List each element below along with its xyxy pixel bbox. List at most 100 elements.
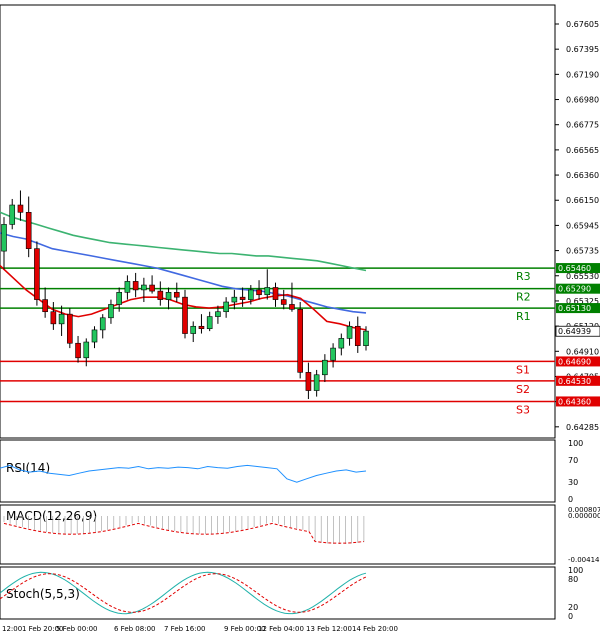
level-price-label: 0.64690	[558, 357, 591, 366]
candle-body	[264, 287, 271, 296]
price-tick-label: 0.66150	[566, 196, 599, 205]
candle-body	[165, 292, 172, 300]
candle-body	[313, 374, 320, 391]
price-tick-label: 0.67395	[566, 45, 599, 54]
price-axis: 0.67605 0.67395 0.67190 0.66980 0.66775 0.665…	[555, 20, 599, 432]
candle	[297, 302, 303, 379]
level-name-r2: R2	[516, 291, 531, 304]
level-price-label: 0.64360	[558, 397, 591, 406]
time-label: 6 Feb 08:00	[114, 625, 155, 633]
candle-body	[363, 330, 369, 346]
time-label: 5 Feb 00:00	[56, 625, 97, 633]
candle-body	[206, 316, 213, 329]
price-tick-label: 0.64285	[566, 423, 599, 432]
rsi-tick-label: 70	[568, 456, 578, 465]
level-price-label: 0.65130	[558, 304, 591, 313]
last-price-marker: 0.64939	[555, 325, 600, 337]
price-tick-label: 0.65735	[566, 247, 599, 256]
candle-body	[190, 325, 197, 334]
candle-body	[305, 372, 312, 391]
candle-body	[223, 301, 229, 313]
candle-body	[50, 311, 57, 325]
candle-body	[215, 311, 221, 317]
stoch-tick-label: 0	[568, 612, 573, 621]
price-tick-label: 0.64910	[566, 347, 599, 356]
candle-body	[173, 292, 180, 298]
candle-body	[256, 289, 262, 296]
price-tick-label: 0.65945	[566, 221, 599, 230]
candle-body	[91, 329, 98, 343]
level-name-r1: R1	[516, 310, 531, 323]
stoch-tick-label: 80	[568, 575, 578, 584]
last-price-label: 0.64939	[558, 327, 591, 336]
candle-body	[338, 338, 345, 349]
candle	[67, 308, 73, 349]
price-tick-label: 0.67605	[566, 20, 599, 29]
rsi-label: RSI(14)	[6, 461, 50, 475]
stoch-tick-label: 100	[568, 566, 583, 575]
candle-body	[75, 342, 81, 359]
level-name-s2: S2	[516, 383, 530, 396]
candle-body	[330, 347, 336, 361]
candle-body	[58, 313, 65, 325]
candle-body	[354, 325, 361, 346]
time-label: 12:00	[2, 625, 22, 633]
candle-body	[42, 299, 48, 313]
price-tick-label: 0.66980	[566, 96, 599, 105]
time-label: 13 Feb 12:00	[306, 625, 352, 633]
candle-body	[116, 292, 122, 305]
time-label: 12 Feb 04:00	[258, 625, 304, 633]
candle-body	[297, 308, 303, 373]
price-tick-label: 0.65530	[566, 272, 599, 281]
level-name-s3: S3	[516, 403, 530, 416]
candle-body	[289, 304, 295, 310]
rsi-tick-label: 100	[568, 439, 583, 448]
candle-body	[108, 304, 114, 319]
candle-body	[141, 284, 147, 291]
rsi-panel-frame	[0, 439, 556, 503]
candle-body	[280, 299, 287, 305]
candle-body	[1, 224, 7, 252]
candle-body	[17, 204, 24, 213]
price-tick-label: 0.66565	[566, 146, 599, 155]
candle-body	[248, 289, 254, 300]
candle-body	[157, 290, 164, 300]
candle-body	[346, 325, 353, 339]
main-panel-frame	[0, 4, 556, 439]
candle-body	[83, 341, 90, 359]
level-name-r3: R3	[516, 270, 531, 283]
level-name-s1: S1	[516, 363, 530, 376]
rsi-tick-label: 0	[568, 495, 573, 504]
candle-body	[132, 281, 139, 291]
time-axis: 12:00 1 Feb 20:005 Feb 00:00 6 Feb 08:00 7 …	[2, 625, 398, 633]
candle-body	[322, 359, 328, 376]
candle-body	[272, 287, 279, 300]
candle-body	[231, 296, 238, 303]
price-tick-label: 0.67190	[566, 70, 599, 79]
candle-body	[99, 317, 106, 331]
candle-body	[124, 281, 131, 293]
stoch-tick-label: 20	[568, 603, 578, 612]
candle-body	[149, 284, 155, 292]
rsi-tick-label: 30	[568, 478, 578, 487]
candle-body	[67, 313, 73, 344]
stoch-label: Stoch(5,5,3)	[6, 587, 80, 601]
time-label: 14 Feb 20:00	[352, 625, 398, 633]
price-chart: 0.67605 0.67395 0.67190 0.66980 0.66775 0.665…	[0, 4, 600, 633]
candle-body	[198, 325, 205, 329]
candle-body	[34, 248, 40, 300]
level-price-label: 0.64530	[558, 377, 591, 386]
level-price-label: 0.65460	[558, 264, 591, 273]
price-tick-label: 0.66360	[566, 171, 599, 180]
candle	[34, 241, 40, 306]
time-label: 7 Feb 16:00	[164, 625, 205, 633]
candle-body	[239, 296, 246, 300]
candle-body	[9, 204, 16, 225]
price-tick-label: 0.66775	[566, 121, 599, 130]
candle	[182, 289, 188, 339]
level-price-label: 0.65290	[558, 285, 591, 294]
candle-body	[25, 212, 32, 249]
candle-body	[182, 296, 188, 334]
macd-tick-label: 0.000000	[568, 512, 600, 520]
macd-tick-label: -0.004142	[568, 556, 600, 564]
